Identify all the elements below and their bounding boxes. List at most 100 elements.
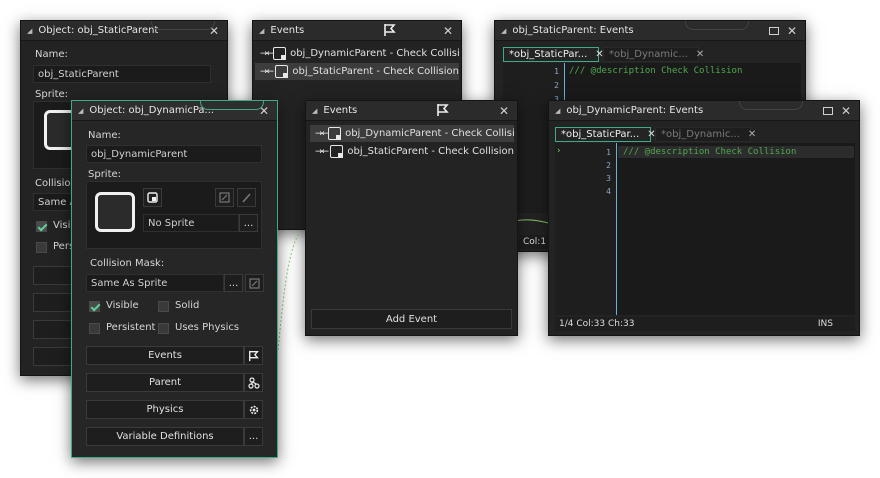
close-icon[interactable]: ✕ xyxy=(839,104,853,118)
tab-label: *obj_Dynamic... xyxy=(661,129,740,140)
event-row[interactable]: →← obj_StaticParent - Check Collision xyxy=(310,143,514,160)
caret-marker-icon: › xyxy=(557,146,561,156)
close-icon[interactable]: ✕ xyxy=(441,24,455,38)
close-icon[interactable]: ✕ xyxy=(497,104,511,118)
event-row[interactable]: →← obj_DynamicParent - Check Collisic xyxy=(310,125,514,142)
code-dynamic-titlebar[interactable]: ◢ obj_DynamicParent: Events ✕ xyxy=(549,101,859,121)
sprite-panel: No Sprite ... xyxy=(86,181,262,249)
titlebar-notch xyxy=(200,101,264,110)
add-event-label: Add Event xyxy=(385,313,438,325)
parent-button[interactable]: Parent xyxy=(86,373,244,392)
collision-label: Collisio xyxy=(35,178,71,189)
code-line: /// @description Check Collision xyxy=(569,66,743,76)
collision-mask-label: Collision Mask: xyxy=(90,258,165,269)
collision-arrows-icon: →← xyxy=(315,128,329,139)
new-sprite-button[interactable] xyxy=(143,188,162,207)
variable-definitions-button[interactable]: Variable Definitions xyxy=(86,427,244,446)
events-dynamic-window: ◢ Events ✕ →← obj_DynamicParent - Check C… xyxy=(305,100,518,336)
mask-edit-button[interactable] xyxy=(245,274,264,292)
paint-sprite-button[interactable] xyxy=(237,188,256,207)
event-row[interactable]: →← obj_DynamicParent - Check Collisi xyxy=(255,45,459,62)
name-label: Name: xyxy=(88,130,121,141)
collapse-icon[interactable]: ◢ xyxy=(501,27,506,35)
tab-close-icon[interactable]: ✕ xyxy=(748,129,756,140)
mask-field[interactable]: Same As Sprite xyxy=(86,274,224,292)
line-number: 2 xyxy=(606,161,611,170)
collapse-icon[interactable]: ◢ xyxy=(259,27,264,35)
solid-checkbox[interactable] xyxy=(158,301,169,312)
code-editor[interactable]: › 1 2 3 4 /// @description Check Collisi… xyxy=(555,143,855,315)
line-number: 1 xyxy=(554,67,559,76)
object-icon xyxy=(273,47,287,60)
event-row[interactable]: →← obj_StaticParent - Check Collision xyxy=(255,63,459,80)
flag-icon xyxy=(384,24,396,36)
brush-icon xyxy=(242,193,251,203)
dynamic-parent-titlebar[interactable]: ◢ Object: obj_DynamicPa... ✕ xyxy=(72,101,277,121)
titlebar-notch xyxy=(685,21,749,30)
persistent-checkbox[interactable] xyxy=(36,242,47,253)
code-dynamic-window: ◢ obj_DynamicParent: Events ✕ *obj_Stati… xyxy=(548,100,860,336)
maximize-icon[interactable] xyxy=(769,26,779,35)
uses-physics-label: Uses Physics xyxy=(175,322,240,333)
dynamic-parent-window: ◢ Object: obj_DynamicPa... ✕ Name: obj_D… xyxy=(71,100,278,458)
collapse-icon[interactable]: ◢ xyxy=(78,107,83,115)
physics-button[interactable]: Physics xyxy=(86,400,244,419)
titlebar-notch xyxy=(739,101,803,110)
mask-browse-button[interactable]: ... xyxy=(224,274,243,292)
tab-dynamic-parent[interactable]: *obj_Dynamic... ✕ xyxy=(655,127,756,142)
new-sprite-icon xyxy=(147,192,158,203)
parent-hierarchy-button[interactable] xyxy=(244,373,263,392)
gear-icon xyxy=(249,405,258,414)
physics-button-label: Physics xyxy=(146,404,184,415)
visible-checkbox[interactable] xyxy=(36,221,47,232)
sprite-preview-icon[interactable] xyxy=(95,192,135,232)
edit-sprite-button[interactable] xyxy=(215,188,234,207)
events-button-label: Events xyxy=(148,350,182,361)
uses-physics-checkbox[interactable] xyxy=(158,323,169,334)
collision-arrows-icon: →← xyxy=(260,66,274,77)
status-bar: 1/4 Col:33 Ch:33 INS xyxy=(555,317,855,331)
physics-settings-button[interactable] xyxy=(244,400,263,419)
collapse-icon[interactable]: ◢ xyxy=(312,107,317,115)
event-row-label: obj_DynamicParent - Check Collisic xyxy=(345,128,514,139)
close-icon[interactable]: ✕ xyxy=(785,24,799,38)
sprite-browse-button[interactable]: ... xyxy=(239,214,258,232)
sprite-label: Sprite: xyxy=(88,169,122,180)
visible-label: Visible xyxy=(106,300,139,311)
tab-static-parent[interactable]: *obj_StaticPar... ✕ xyxy=(503,47,604,62)
tab-label: *obj_StaticPar... xyxy=(509,49,588,60)
add-event-button[interactable]: Add Event xyxy=(311,309,512,329)
insert-mode: INS xyxy=(817,319,833,329)
static-parent-titlebar[interactable]: ◢ Object: obj_StaticParent ✕ xyxy=(21,21,227,41)
cursor-position: 1/4 Col:33 Ch:33 xyxy=(559,319,635,329)
tab-dynamic-parent[interactable]: *obj_Dynamic... ✕ xyxy=(603,47,704,62)
collapse-icon[interactable]: ◢ xyxy=(555,107,560,115)
object-icon xyxy=(330,145,344,158)
variable-definitions-more-button[interactable]: ... xyxy=(244,427,263,446)
edit-image-icon xyxy=(219,192,230,203)
visible-checkbox[interactable] xyxy=(89,301,100,312)
events-static-titlebar[interactable]: ◢ Events ✕ xyxy=(253,21,461,41)
collision-arrows-icon: →← xyxy=(260,48,274,59)
collapse-icon[interactable]: ◢ xyxy=(27,27,32,35)
sprite-select[interactable]: No Sprite xyxy=(143,214,239,232)
object-icon xyxy=(328,127,342,140)
events-dynamic-title: Events xyxy=(323,105,358,116)
events-button[interactable]: Events xyxy=(86,346,244,365)
solid-label: Solid xyxy=(175,300,200,311)
tab-static-parent[interactable]: *obj_StaticPar... ✕ xyxy=(555,127,656,142)
persistent-checkbox[interactable] xyxy=(89,323,100,334)
name-field[interactable]: obj_StaticParent xyxy=(33,65,211,83)
line-number: 4 xyxy=(606,187,611,196)
name-field[interactable]: obj_DynamicParent xyxy=(86,145,262,163)
maximize-icon[interactable] xyxy=(823,106,833,115)
events-flag-button[interactable] xyxy=(244,346,263,365)
events-dynamic-titlebar[interactable]: ◢ Events ✕ xyxy=(306,101,517,121)
tab-close-icon[interactable]: ✕ xyxy=(696,49,704,60)
events-static-title: Events xyxy=(270,25,305,36)
code-static-titlebar[interactable]: ◢ obj_StaticParent: Events ✕ xyxy=(495,21,805,41)
tab-label: *obj_StaticPar... xyxy=(561,129,640,140)
line-number: 1 xyxy=(606,148,611,157)
titlebar-notch xyxy=(151,21,215,30)
line-number: 2 xyxy=(554,81,559,90)
